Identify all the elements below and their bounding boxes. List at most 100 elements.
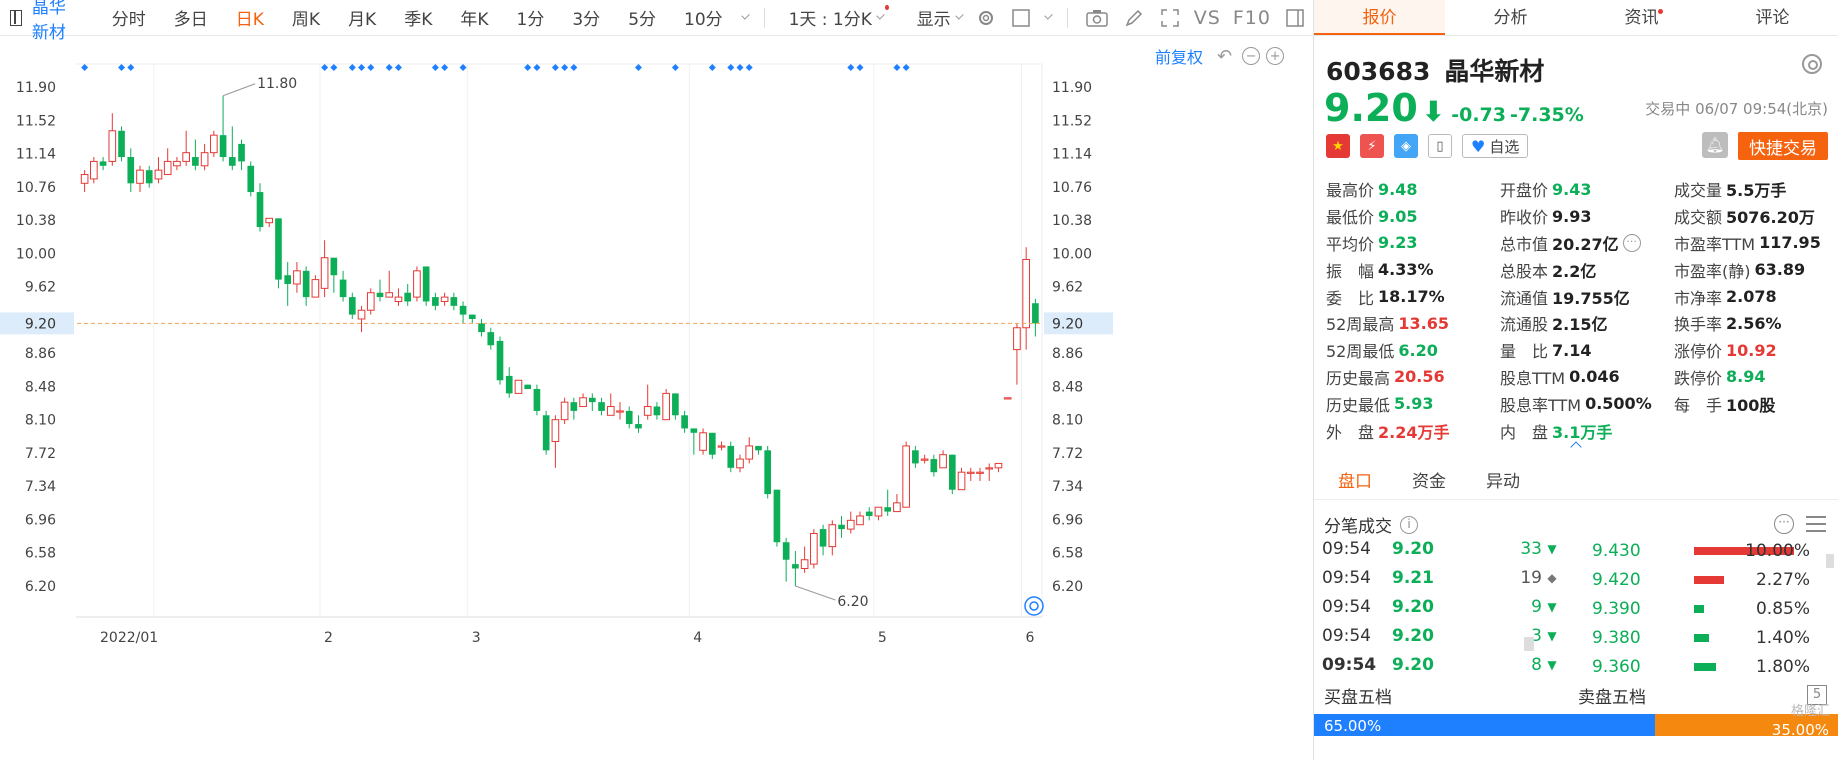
candle-body	[357, 309, 366, 320]
period-tab-8[interactable]: 3分	[572, 5, 600, 30]
toolbar: 晶华新材 分时 多日 日K 周K 月K 季K 年K 1分 3分 5分 10分 1天 : 1分K 显示…	[0, 0, 1313, 43]
period-tab-10[interactable]: 10分	[684, 5, 723, 30]
event-marker-diamond	[902, 64, 910, 71]
candle-body	[440, 296, 449, 302]
stat-label: 振 幅	[1326, 261, 1375, 281]
margin-icon[interactable]: ⚡	[1360, 134, 1384, 158]
period-tabs: 分时 多日 日K 周K 月K 季K 年K 1分 3分 5分 10分	[98, 5, 737, 30]
more-dots-icon[interactable]: ···	[1622, 233, 1641, 252]
stat-cell: 流通值 19.755亿	[1500, 285, 1674, 309]
candle-body	[90, 160, 98, 180]
stat-label: 股息TTM	[1500, 368, 1566, 388]
panel-settings-gear-icon[interactable]	[1802, 54, 1822, 74]
period-tab-9[interactable]: 5分	[628, 5, 656, 30]
stat-value: 0.046	[1569, 367, 1620, 387]
panel-tab-2[interactable]: 资讯	[1576, 0, 1707, 35]
stats-row: 振 幅 4.33% 总股本 2.2亿 市盈率(静) 63.89	[1326, 256, 1836, 283]
layout-chevron-icon[interactable]	[1044, 11, 1053, 20]
candle-body	[376, 292, 384, 298]
settings-gear-icon[interactable]	[976, 8, 996, 28]
period-tab-1[interactable]: 多日	[174, 5, 208, 30]
china-flag-icon[interactable]: ★	[1326, 134, 1350, 158]
camera-icon[interactable]	[1086, 8, 1108, 28]
kline-chart[interactable]: 11.90 11.90 11.52 11.52 11.14 11.14 10.76 10.76…	[0, 37, 1313, 760]
f10-button[interactable]: F10	[1233, 7, 1271, 29]
candle-body	[99, 161, 107, 166]
candle-body	[311, 279, 320, 298]
quote-stats-grid: 最高价 9.48 开盘价 9.43 成交量 5.5万手 最低价 9.05 昨收价 9.93 成交额 5…	[1326, 176, 1836, 444]
stat-label: 历史最高	[1326, 368, 1391, 388]
event-marker-diamond	[727, 64, 735, 71]
candle-body	[884, 507, 892, 512]
add-watchlist-button[interactable]: ♥ 自选	[1462, 134, 1529, 158]
candle-body	[606, 406, 615, 416]
chart-search-icon	[1029, 601, 1039, 611]
panel-tab-0[interactable]: 报价	[1314, 0, 1445, 35]
fullscreen-icon[interactable]	[1160, 8, 1180, 28]
toolbar-divider-2	[1067, 7, 1068, 28]
sub-tab-1[interactable]: 资金	[1412, 467, 1446, 492]
stats-row: 平均价 9.23 总市值 20.27亿 ··· 市盈率TTM 117.95	[1326, 230, 1836, 257]
event-marker-diamond	[708, 64, 716, 71]
panel-tab-1[interactable]: 分析	[1445, 0, 1576, 35]
heart-icon: ♥	[1471, 136, 1486, 156]
panel-tab-3[interactable]: 评论	[1707, 0, 1838, 35]
stat-value: 5.5万手	[1726, 181, 1787, 201]
stat-value: 63.89	[1754, 260, 1806, 280]
candle-body	[625, 410, 633, 425]
event-marker-diamond	[127, 64, 135, 71]
period-tab-0[interactable]: 分时	[112, 5, 146, 30]
alert-bell-icon[interactable]: 🔔︎	[1702, 132, 1728, 158]
interval-chevron-icon[interactable]	[876, 11, 885, 20]
more-periods-chevron-icon[interactable]	[740, 11, 750, 20]
toolbar-divider	[763, 7, 765, 28]
stat-cell: 股息率TTM 0.500%	[1500, 392, 1674, 416]
stat-value: 20.56	[1394, 367, 1445, 387]
panel-collapse-icon[interactable]	[1285, 8, 1305, 28]
stat-label: 委 比	[1326, 288, 1375, 308]
reset-icon[interactable]: ↶	[1217, 46, 1232, 67]
more-dots-icon[interactable]: ···	[1774, 514, 1794, 534]
period-tab-2[interactable]: 日K	[236, 5, 264, 30]
event-marker-diamond	[358, 64, 366, 71]
period-tab-7[interactable]: 1分	[517, 5, 545, 30]
draw-pencil-icon[interactable]	[1124, 8, 1144, 28]
stat-cell: 跌停价 8.94	[1674, 365, 1836, 389]
display-select[interactable]: 显示	[917, 5, 951, 30]
y-tick-label-right: 11.52	[1052, 113, 1092, 129]
stat-label: 成交量	[1674, 181, 1723, 201]
sidebar-toggle-icon[interactable]	[10, 9, 22, 26]
interval-select[interactable]: 1天 : 1分K	[789, 5, 872, 30]
info-icon[interactable]: i	[1400, 515, 1418, 534]
zoom-in-icon[interactable]: +	[1266, 47, 1285, 65]
down-triangle-icon: ▼	[1547, 657, 1557, 672]
candle-body	[1032, 303, 1039, 324]
x-tick-label: 6	[1026, 630, 1035, 646]
zoom-out-icon[interactable]: −	[1242, 47, 1261, 65]
stat-label: 每 手	[1674, 395, 1723, 415]
compare-vs-button[interactable]: VS	[1194, 7, 1221, 29]
sub-tab-0[interactable]: 盘口	[1338, 467, 1372, 492]
tick-volume: 8	[1531, 654, 1542, 675]
ticks-scrollbar[interactable]	[1524, 637, 1534, 651]
candle-body	[994, 462, 1003, 469]
tag-icon[interactable]: ◈	[1394, 134, 1418, 158]
candle-body	[366, 292, 375, 311]
quote-panel: 报价 分析 资讯 评论 603683 晶华新材 9.20 ⬇ -0.73 -7.35% …	[1313, 0, 1838, 760]
quick-trade-button[interactable]: 快捷交易	[1738, 132, 1828, 160]
period-tab-4[interactable]: 月K	[348, 5, 376, 30]
event-marker-diamond	[330, 64, 338, 71]
sub-tab-2[interactable]: 异动	[1486, 467, 1520, 492]
period-tab-5[interactable]: 季K	[404, 5, 432, 30]
candle-body	[108, 130, 117, 162]
menu-lines-icon[interactable]	[1806, 516, 1826, 532]
candle-body	[985, 467, 994, 470]
period-tab-3[interactable]: 周K	[292, 5, 320, 30]
adjust-mode-button[interactable]: 前复权	[1155, 44, 1203, 68]
layout-square-icon[interactable]	[1012, 8, 1032, 28]
distribution-scrollbar[interactable]	[1826, 554, 1834, 568]
display-chevron-icon[interactable]	[954, 11, 964, 20]
period-tab-6[interactable]: 年K	[460, 5, 488, 30]
distribution-bar	[1694, 605, 1704, 613]
bookmark-icon[interactable]: ▯	[1428, 134, 1452, 158]
